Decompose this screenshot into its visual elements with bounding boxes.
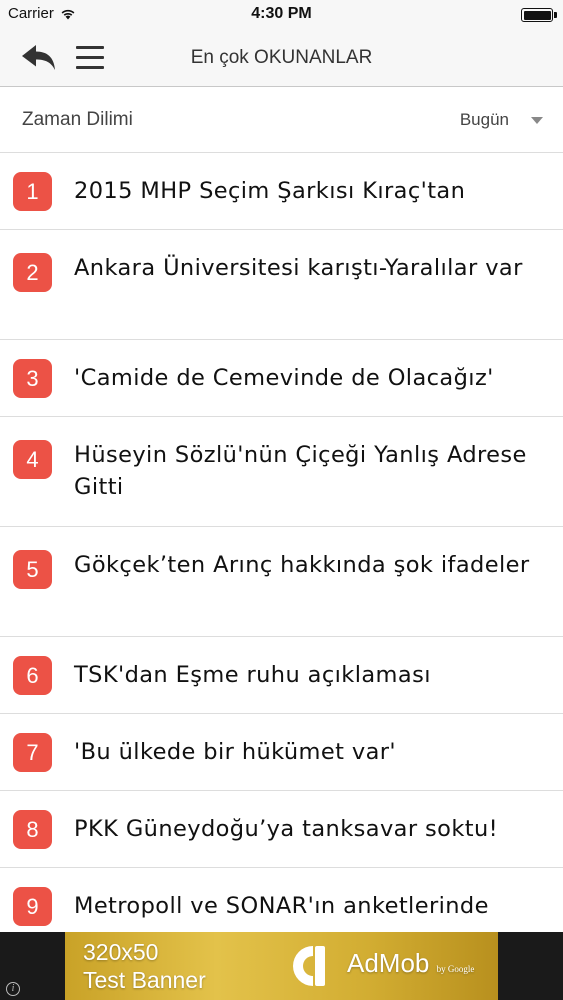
news-title: PKK Güneydoğu’ya tanksavar soktu!	[74, 816, 499, 842]
filter-label: Zaman Dilimi	[22, 109, 133, 130]
ad-creative: 320x50 Test Banner AdMob by Google	[65, 932, 498, 1000]
ad-banner-label: Test Banner	[83, 967, 206, 993]
news-title: Metropoll ve SONAR'ın anketlerinde	[74, 893, 489, 919]
news-list-item[interactable]: 8 PKK Güneydoğu’ya tanksavar soktu!	[0, 791, 563, 868]
news-list-item[interactable]: 7 'Bu ülkede bir hükümet var'	[0, 714, 563, 791]
admob-logo-icon	[293, 946, 325, 986]
news-title: 2015 MHP Seçim Şarkısı Kıraç'tan	[74, 178, 466, 204]
status-time: 4:30 PM	[251, 5, 312, 22]
rank-badge: 8	[13, 810, 52, 849]
rank-badge: 4	[13, 440, 52, 479]
news-list-item[interactable]: 4 Hüseyin Sözlü'nün Çiçeği Yanlış Adrese …	[0, 417, 563, 527]
news-list-item[interactable]: 1 2015 MHP Seçim Şarkısı Kıraç'tan	[0, 153, 563, 230]
ad-info-icon[interactable]: i	[6, 982, 20, 996]
status-bar: Carrier 4:30 PM	[0, 0, 563, 30]
rank-badge: 9	[13, 887, 52, 926]
battery-fill	[523, 10, 551, 20]
news-title: Ankara Üniversitesi karıştı-Yaralılar va…	[74, 255, 523, 281]
news-list-item[interactable]: 3 'Camide de Cemevinde de Olacağız'	[0, 340, 563, 417]
ad-banner[interactable]: i 320x50 Test Banner AdMob by Google	[0, 932, 563, 1000]
news-list: 1 2015 MHP Seçim Şarkısı Kıraç'tan 2 Ankara…	[0, 153, 563, 945]
nav-bar: En çok OKUNANLAR	[0, 30, 563, 87]
ad-brand-sub: by Google	[436, 964, 475, 974]
ad-text: 320x50 Test Banner	[83, 938, 206, 994]
news-title: Hüseyin Sözlü'nün Çiçeği Yanlış Adrese G…	[74, 442, 527, 500]
battery-icon	[521, 8, 557, 22]
rank-badge: 5	[13, 550, 52, 589]
news-title: Gökçek’ten Arınç hakkında şok ifadeler	[74, 552, 530, 578]
ad-brand: AdMob by Google	[347, 948, 474, 979]
time-filter-row: Zaman Dilimi Bugün	[0, 88, 563, 153]
ad-size-label: 320x50	[83, 939, 159, 965]
rank-badge: 6	[13, 656, 52, 695]
news-title: 'Camide de Cemevinde de Olacağız'	[74, 365, 494, 391]
news-title: 'Bu ülkede bir hükümet var'	[74, 739, 397, 765]
news-list-item[interactable]: 5 Gökçek’ten Arınç hakkında şok ifadeler	[0, 527, 563, 637]
ad-brand-name: AdMob	[347, 948, 430, 978]
rank-badge: 1	[13, 172, 52, 211]
rank-badge: 3	[13, 359, 52, 398]
rank-badge: 2	[13, 253, 52, 292]
time-filter-dropdown[interactable]: Bugün	[460, 110, 543, 130]
caret-down-icon	[531, 116, 543, 124]
news-title: TSK'dan Eşme ruhu açıklaması	[74, 662, 431, 688]
page-title: En çok OKUNANLAR	[190, 47, 373, 68]
filter-selected-value: Bugün	[459, 110, 509, 129]
rank-badge: 7	[13, 733, 52, 772]
news-list-item[interactable]: 2 Ankara Üniversitesi karıştı-Yaralılar v…	[0, 230, 563, 340]
news-list-item[interactable]: 6 TSK'dan Eşme ruhu açıklaması	[0, 637, 563, 714]
